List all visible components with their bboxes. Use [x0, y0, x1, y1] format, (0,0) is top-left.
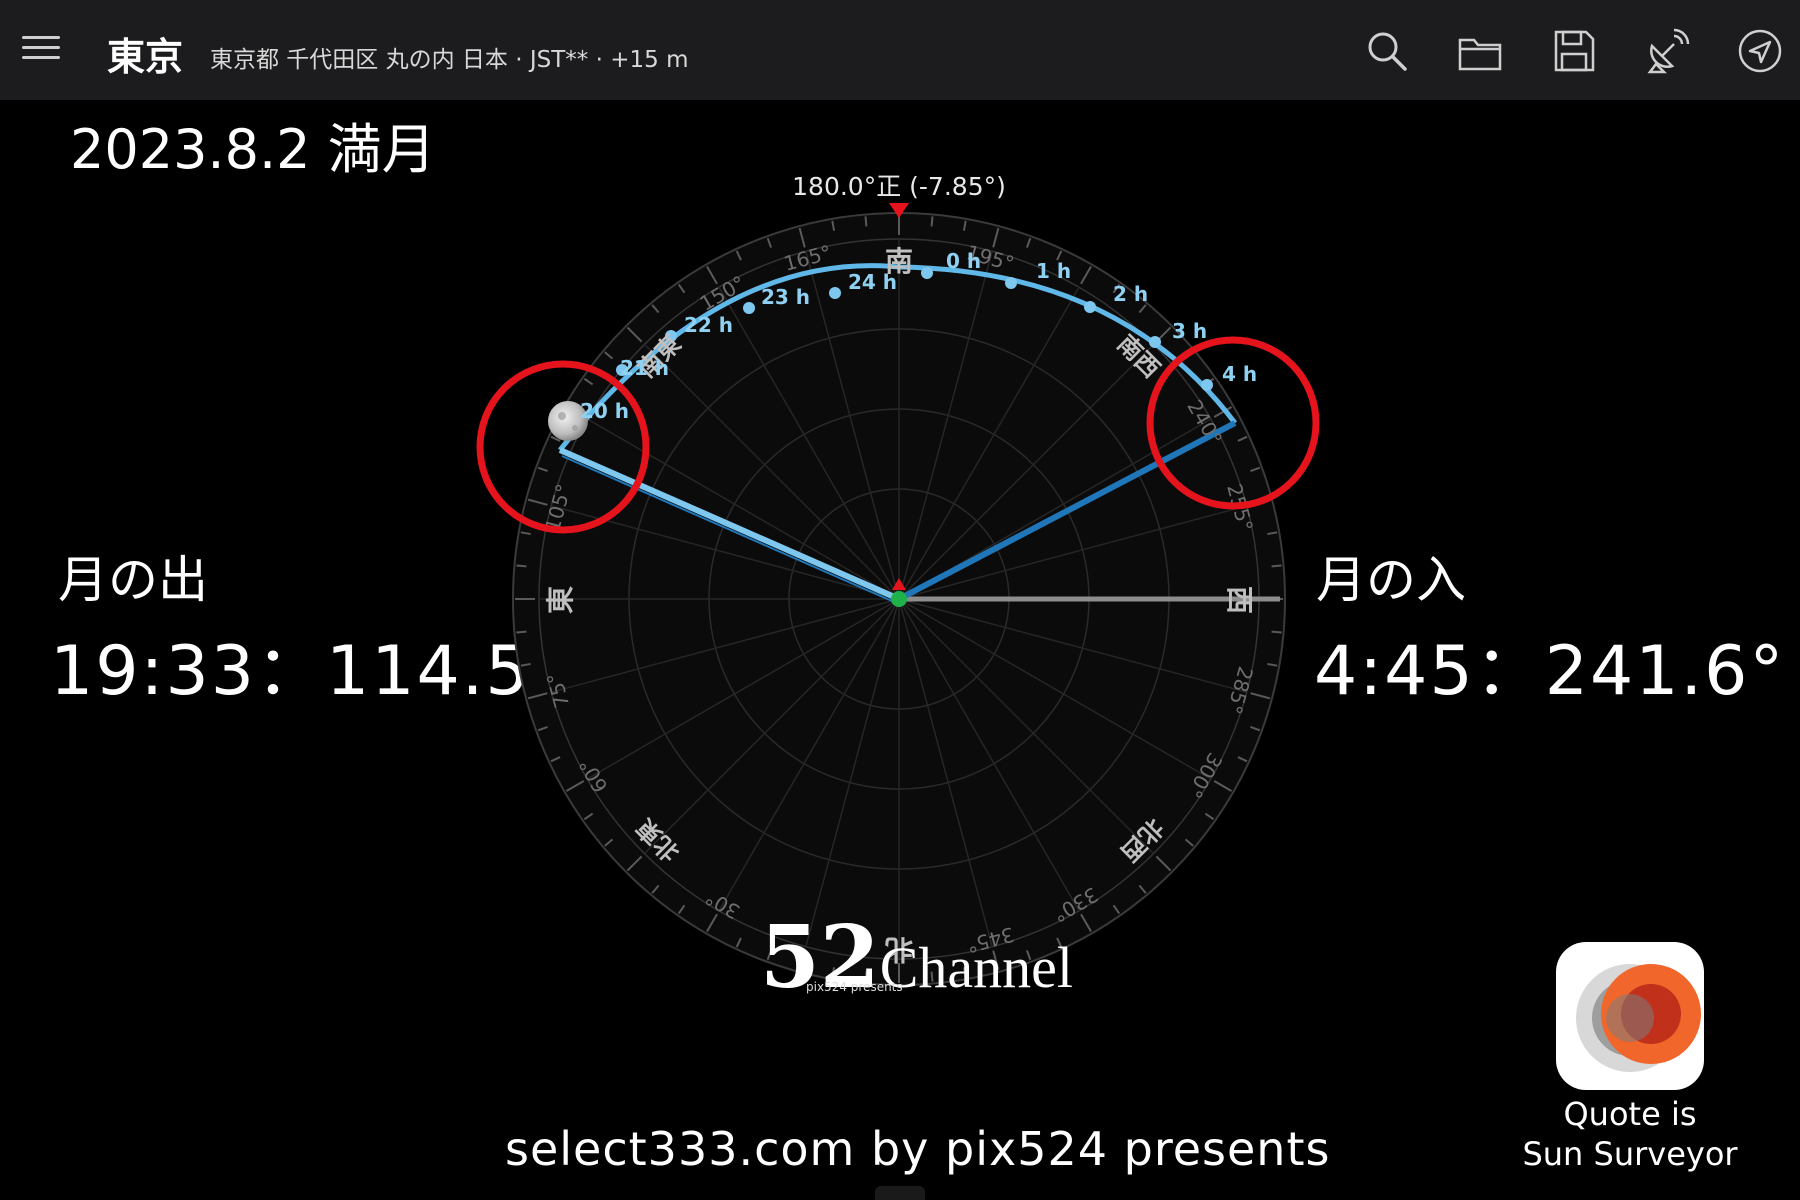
- dial-tick: [516, 630, 527, 634]
- hour-dot: [829, 287, 841, 299]
- logo-sub: pix524 presents: [806, 980, 903, 994]
- sun-surveyor-app-icon: [1556, 942, 1704, 1090]
- dial-tick: [930, 216, 934, 227]
- footer-credit: select333.com by pix524 presents: [505, 1122, 1331, 1176]
- direction-east: 東: [544, 586, 577, 614]
- hour-dot: [1201, 379, 1213, 391]
- observer-location-icon: [891, 591, 907, 607]
- heading-readout: 180.0°正 (-7.85°): [792, 172, 1006, 201]
- hour-label: 24 h: [848, 270, 897, 294]
- quote-line-1: Quote is: [1563, 1095, 1697, 1133]
- logo-word: Channel: [879, 935, 1073, 1000]
- hour-label: 0 h: [946, 249, 981, 273]
- quote-line-2: Sun Surveyor: [1522, 1135, 1738, 1173]
- hour-label: 2 h: [1113, 282, 1148, 306]
- hour-dot: [743, 302, 755, 314]
- compass-dial[interactable]: 180.0°正 (-7.85°) 南 東 西 北 南西 南東 北東 北西 165…: [0, 0, 1800, 1200]
- hour-label: 20 h: [580, 399, 629, 423]
- hour-label: 4 h: [1222, 362, 1257, 386]
- hour-dot: [1005, 277, 1017, 289]
- hour-dot: [921, 267, 933, 279]
- hour-label: 3 h: [1172, 319, 1207, 343]
- hour-dot: [1084, 301, 1096, 313]
- hour-label: 1 h: [1036, 259, 1071, 283]
- hour-label: 21 h: [620, 356, 669, 380]
- hour-label: 22 h: [684, 313, 733, 337]
- channel-logo: 52Channel pix524 presents: [760, 915, 1073, 1001]
- dial-tick: [516, 564, 527, 568]
- hour-label: 23 h: [761, 285, 810, 309]
- dial-tick: [1271, 564, 1282, 568]
- bottom-handle[interactable]: [875, 1186, 925, 1200]
- dial-tick: [864, 216, 868, 227]
- hour-dot: [1149, 336, 1161, 348]
- dial-tick: [1271, 630, 1282, 634]
- direction-west: 西: [1223, 586, 1256, 614]
